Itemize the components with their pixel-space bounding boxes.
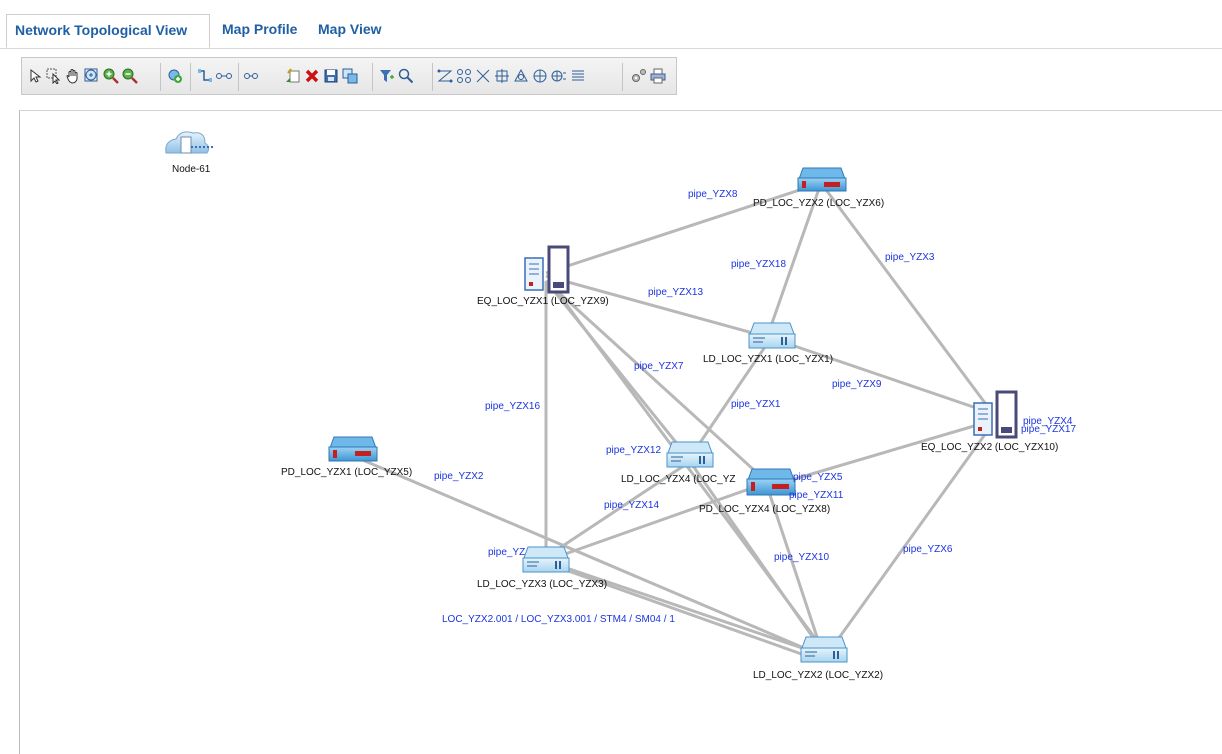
- link-label[interactable]: pipe_YZX5: [793, 472, 843, 483]
- save-icon[interactable]: [322, 66, 340, 86]
- toolbar-separator: [622, 63, 623, 91]
- zoom-in-icon[interactable]: [102, 66, 120, 86]
- copy-icon[interactable]: [341, 66, 359, 86]
- link-label[interactable]: LOC_YZX2.001 / LOC_YZX3.001 / STM4 / SM0…: [442, 614, 675, 625]
- layout-2-icon[interactable]: [455, 66, 473, 86]
- filter-icon[interactable]: [378, 66, 396, 86]
- toolbar-separator: [238, 63, 239, 91]
- link-line[interactable]: [545, 274, 772, 340]
- link-label[interactable]: pipe_YZX2: [434, 471, 484, 482]
- link-label[interactable]: pipe_YZX6: [903, 544, 953, 555]
- topology-canvas[interactable]: Node-61 PD_LOC_YZX2 (LOC_YZX6) EQ_LOC_YZ…: [19, 110, 1222, 754]
- toolbar-separator: [190, 63, 191, 91]
- link-label[interactable]: pipe_YZX12: [606, 445, 661, 456]
- node-61[interactable]: Node-61: [165, 131, 213, 175]
- link-label[interactable]: pipe_YZX10: [774, 552, 829, 563]
- add-node-icon[interactable]: [166, 66, 184, 86]
- layout-8-icon[interactable]: [569, 66, 587, 86]
- toolbar-separator: [160, 63, 161, 91]
- new-map-icon[interactable]: [284, 66, 302, 86]
- eq-node-yzx1[interactable]: EQ_LOC_YZX1 (LOC_YZX9): [477, 245, 609, 307]
- zoom-fit-icon[interactable]: [83, 66, 101, 86]
- node-label: EQ_LOC_YZX2 (LOC_YZX10): [921, 442, 1058, 453]
- link-line[interactable]: [770, 336, 992, 415]
- select-region-icon[interactable]: [45, 66, 63, 86]
- layout-4-icon[interactable]: [493, 66, 511, 86]
- node-label: LD_LOC_YZX4 (LOC_YZ: [621, 474, 736, 485]
- link-label[interactable]: pipe_YZX9: [832, 379, 882, 390]
- node-label: PD_LOC_YZX1 (LOC_YZX5): [281, 467, 412, 478]
- tab-map-view[interactable]: Map View: [310, 14, 390, 48]
- link-label[interactable]: pipe_YZX7: [634, 361, 684, 372]
- select-arrow-icon[interactable]: [26, 66, 44, 86]
- link-line[interactable]: [829, 425, 993, 650]
- link-label[interactable]: pipe_YZX1: [731, 399, 781, 410]
- find-icon[interactable]: [397, 66, 415, 86]
- tab-map-profile[interactable]: Map Profile: [214, 14, 305, 48]
- toolbar-separator: [432, 63, 433, 91]
- pd-node-yzx1[interactable]: PD_LOC_YZX1 (LOC_YZX5): [281, 436, 412, 478]
- link-label[interactable]: pipe_YZX11: [789, 490, 844, 501]
- link-line[interactable]: [545, 559, 812, 653]
- pan-hand-icon[interactable]: [64, 66, 82, 86]
- link-line[interactable]: [819, 182, 993, 412]
- node-label: PD_LOC_YZX2 (LOC_YZX6): [753, 198, 884, 209]
- node-label: Node-61: [172, 164, 211, 175]
- node-label: EQ_LOC_YZX1 (LOC_YZX9): [477, 296, 609, 307]
- delete-icon[interactable]: [303, 66, 321, 86]
- layout-6-icon[interactable]: [531, 66, 549, 86]
- tab-network-topological-view[interactable]: Network Topological View: [6, 14, 210, 48]
- zoom-out-icon[interactable]: [121, 66, 139, 86]
- pd-node-yzx2[interactable]: PD_LOC_YZX2 (LOC_YZX6): [753, 167, 884, 209]
- print-icon[interactable]: [649, 66, 667, 86]
- tab-bar: Network Topological View Map Profile Map…: [0, 0, 1222, 49]
- link-label[interactable]: pipe_YZX13: [648, 287, 703, 298]
- connect-icon[interactable]: [215, 66, 233, 86]
- layout-5-icon[interactable]: [512, 66, 530, 86]
- link-label[interactable]: pipe_YZX3: [885, 252, 935, 263]
- link-label[interactable]: pipe_YZX18: [731, 259, 786, 270]
- map-toolbar: [21, 57, 677, 95]
- link-line[interactable]: [550, 481, 767, 561]
- link-label[interactable]: pipe_YZX16: [485, 401, 540, 412]
- node-label: PD_LOC_YZX4 (LOC_YZX8): [699, 504, 830, 515]
- link-icon[interactable]: [242, 66, 260, 86]
- layout-3-icon[interactable]: [474, 66, 492, 86]
- link-label[interactable]: pipe_YZ: [488, 547, 525, 558]
- node-label: LD_LOC_YZX1 (LOC_YZX1): [703, 354, 833, 365]
- toolbar-separator: [372, 63, 373, 91]
- node-label: LD_LOC_YZX2 (LOC_YZX2): [753, 670, 883, 681]
- topology-graph[interactable]: Node-61 PD_LOC_YZX2 (LOC_YZX6) EQ_LOC_YZ…: [20, 111, 1222, 754]
- add-link-icon[interactable]: [196, 66, 214, 86]
- ld-node-yzx1[interactable]: LD_LOC_YZX1 (LOC_YZX1): [703, 322, 833, 365]
- layout-icon[interactable]: [436, 66, 454, 86]
- layout-7-icon[interactable]: [550, 66, 568, 86]
- link-label[interactable]: pipe_YZX8: [688, 189, 738, 200]
- settings-icon[interactable]: [630, 66, 648, 86]
- link-label[interactable]: pipe_YZX17: [1021, 424, 1076, 435]
- link-label[interactable]: pipe_YZX14: [604, 500, 659, 511]
- node-label: LD_LOC_YZX3 (LOC_YZX3): [477, 579, 607, 590]
